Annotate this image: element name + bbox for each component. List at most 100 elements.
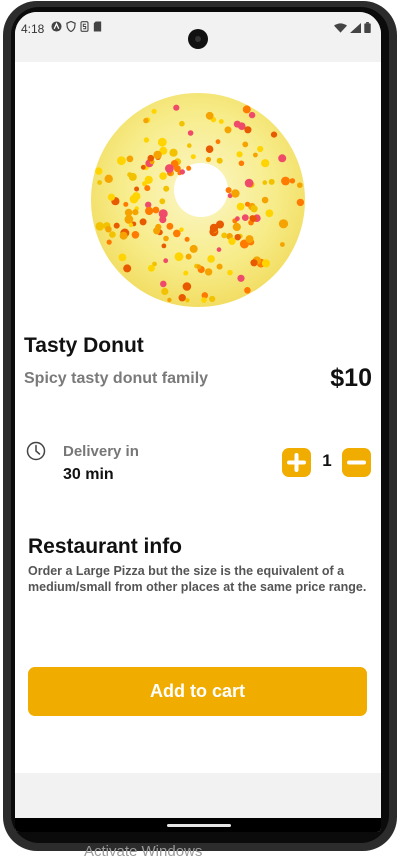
sprinkle [117,156,126,166]
s-icon [80,21,89,32]
sprinkle [289,178,296,184]
sprinkle [143,117,149,124]
sprinkle [187,130,194,136]
sprinkle [297,182,303,188]
shield-icon [66,21,76,32]
sprinkle [268,178,275,185]
sd-card-icon [93,21,102,32]
sprinkle [232,222,241,232]
sprinkle [209,295,216,303]
sprinkle [265,209,274,218]
sprinkle [204,268,213,276]
sprinkle [132,209,139,216]
sprinkle [235,216,240,222]
sprinkle [105,225,112,233]
minus-icon [347,460,366,465]
sprinkle [244,287,251,294]
sprinkle [185,253,192,260]
sprinkle [186,165,192,171]
sprinkle [250,205,258,213]
sprinkle [143,137,150,143]
sprinkle [281,176,290,186]
sprinkle [147,264,155,272]
sprinkle [278,219,289,229]
sprinkle [167,297,172,303]
sprinkle [159,198,166,205]
sprinkle [189,244,198,253]
sprinkle [139,218,147,226]
sprinkle [249,215,256,222]
sprinkle [145,206,154,216]
sprinkle [179,120,185,127]
sprinkle [270,131,278,138]
sprinkle [166,222,174,230]
quantity-increase-button[interactable] [282,448,311,477]
sprinkle [201,297,207,303]
sprinkle [205,156,212,163]
sprinkle [131,231,140,239]
sprinkle [248,111,256,119]
product-title: Tasty Donut [24,334,144,357]
a-circle-icon [51,21,62,32]
sprinkle [216,247,222,252]
sprinkle [182,282,192,291]
sprinkle [250,259,258,267]
sprinkle [236,151,243,158]
add-to-cart-button[interactable]: Add to cart [28,667,367,716]
sprinkle [95,167,103,175]
sprinkle [134,186,140,192]
activate-windows-watermark: Activate Windows [84,843,203,860]
sprinkle [174,252,184,262]
status-bar: 4:18 [15,12,381,62]
quantity-decrease-button[interactable] [342,448,371,477]
sprinkle [169,148,178,157]
sprinkle [132,192,141,201]
sprinkle [128,172,137,181]
sprinkle [280,242,285,247]
sprinkle [161,287,169,296]
sprinkle [152,206,160,214]
sprinkle [227,269,233,276]
sprinkle [183,270,189,276]
product-subtitle: Spicy tasty donut family [24,370,209,387]
sprinkle [126,155,134,163]
sprinkle [153,150,162,160]
sprinkle [97,180,102,185]
sprinkle [228,237,236,245]
delivery-time: 30 min [63,466,114,483]
donut-illustration [91,93,305,307]
sprinkle [218,119,224,124]
sprinkle [113,222,120,229]
phone-frame: 4:18 Tasty Donut Spicy tasty donut famil… [0,0,401,860]
sprinkle [184,236,190,242]
sprinkle [215,139,221,145]
sprinkle [124,215,134,224]
home-indicator[interactable] [167,824,231,827]
sprinkle [196,264,202,270]
sprinkle [159,216,167,224]
sprinkle [128,222,134,228]
sprinkle [237,274,245,282]
sprinkle [159,172,167,180]
status-icons-right [334,22,371,33]
sprinkle [261,259,270,268]
front-camera [188,29,208,49]
sprinkle [165,164,174,173]
sprinkle [234,234,241,241]
sprinkle [253,152,258,158]
sprinkle [245,201,250,207]
sprinkle [224,126,232,134]
sprinkle [157,137,167,147]
sprinkle [236,202,245,211]
sprinkle [119,231,128,240]
sprinkle [244,178,254,188]
sprinkle [225,187,232,194]
sprinkle [179,169,185,175]
sprinkle [216,157,223,164]
sprinkle [161,243,167,249]
sprinkle [123,264,132,273]
sprinkle [104,174,113,183]
donut-image [15,72,381,322]
sprinkle [296,198,305,207]
sprinkle [107,193,115,201]
